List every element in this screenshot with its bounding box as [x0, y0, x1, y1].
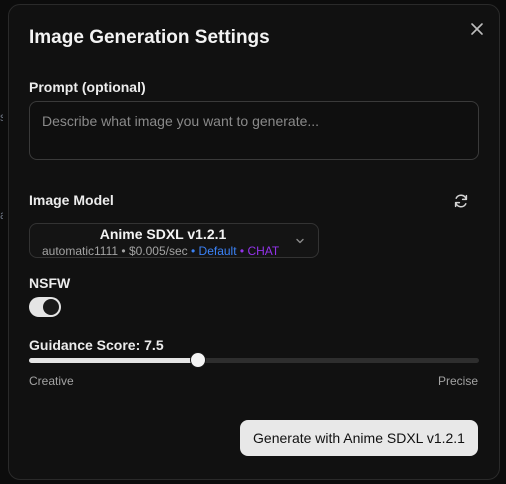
close-button[interactable]	[467, 19, 487, 39]
prompt-label: Prompt (optional)	[29, 79, 146, 95]
nsfw-label: NSFW	[29, 275, 71, 291]
slider-fill	[29, 358, 198, 363]
image-model-label: Image Model	[29, 192, 114, 208]
nsfw-toggle[interactable]	[29, 297, 61, 317]
default-tag: Default	[198, 244, 237, 258]
background-edge-text: s	[0, 110, 3, 124]
meta-separator: •	[187, 244, 199, 258]
slider-max-label: Precise	[437, 374, 478, 388]
model-price: $0.005/sec	[128, 244, 188, 258]
modal-title: Image Generation Settings	[29, 27, 270, 48]
refresh-icon	[454, 194, 468, 208]
background-edge-text: a	[0, 208, 3, 222]
image-model-select[interactable]: Anime SDXL v1.2.1 automatic1111 • $0.005…	[29, 223, 319, 258]
prompt-input[interactable]	[29, 101, 479, 160]
selected-model-meta: automatic1111 • $0.005/sec • Default • C…	[42, 244, 279, 258]
chevron-down-icon	[296, 238, 304, 244]
close-icon	[471, 23, 483, 35]
slider-thumb[interactable]	[189, 352, 206, 368]
toggle-knob	[43, 299, 59, 315]
guidance-score-label: Guidance Score: 7.5	[29, 337, 164, 353]
guidance-slider[interactable]	[29, 352, 479, 368]
slider-min-label: Creative	[29, 374, 74, 388]
chat-tag: CHAT	[247, 244, 280, 258]
refresh-models-button[interactable]	[451, 191, 471, 211]
meta-separator: •	[118, 244, 129, 258]
image-generation-settings-modal: Image Generation Settings Prompt (option…	[8, 4, 500, 480]
meta-separator: •	[236, 244, 248, 258]
generate-button[interactable]: Generate with Anime SDXL v1.2.1	[240, 420, 478, 456]
selected-model-name: Anime SDXL v1.2.1	[99, 226, 227, 242]
model-provider: automatic1111	[42, 244, 119, 258]
